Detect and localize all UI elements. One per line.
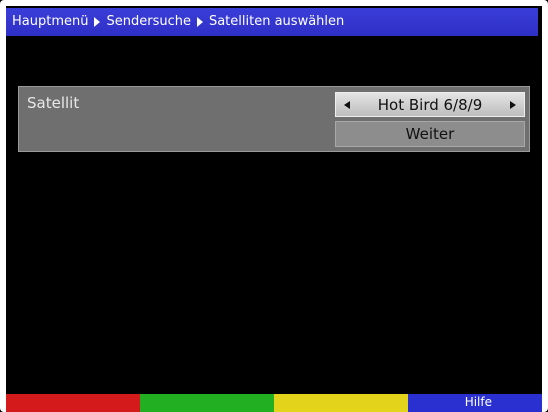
satellite-label: Satellit bbox=[27, 94, 80, 112]
breadcrumb-main-menu[interactable]: Hauptmenü bbox=[12, 8, 88, 36]
tv-screen bbox=[6, 6, 542, 410]
breadcrumb: Hauptmenü Sendersuche Satelliten auswähl… bbox=[6, 8, 538, 36]
satellite-settings-panel: Satellit Hot Bird 6/8/9 Weiter bbox=[18, 86, 530, 152]
breadcrumb-separator-icon bbox=[196, 17, 203, 27]
arrow-right-icon[interactable] bbox=[510, 101, 516, 109]
green-key-button[interactable] bbox=[140, 394, 274, 412]
red-key-button[interactable] bbox=[6, 394, 140, 412]
breadcrumb-select-satellites: Satelliten auswählen bbox=[208, 14, 345, 29]
tv-screen-frame: Hauptmenü Sendersuche Satelliten auswähl… bbox=[0, 0, 548, 412]
satellite-value: Hot Bird 6/8/9 bbox=[377, 95, 483, 114]
next-button[interactable]: Weiter bbox=[335, 121, 525, 147]
arrow-left-icon[interactable] bbox=[344, 101, 350, 109]
breadcrumb-channel-search[interactable]: Sendersuche bbox=[106, 8, 190, 36]
help-button[interactable]: Hilfe bbox=[408, 394, 542, 412]
satellite-selector[interactable]: Hot Bird 6/8/9 bbox=[335, 92, 525, 117]
help-label: Hilfe bbox=[464, 395, 492, 409]
yellow-key-button[interactable] bbox=[274, 394, 408, 412]
color-key-bar: Hilfe bbox=[6, 394, 542, 412]
breadcrumb-separator-icon bbox=[94, 17, 101, 27]
